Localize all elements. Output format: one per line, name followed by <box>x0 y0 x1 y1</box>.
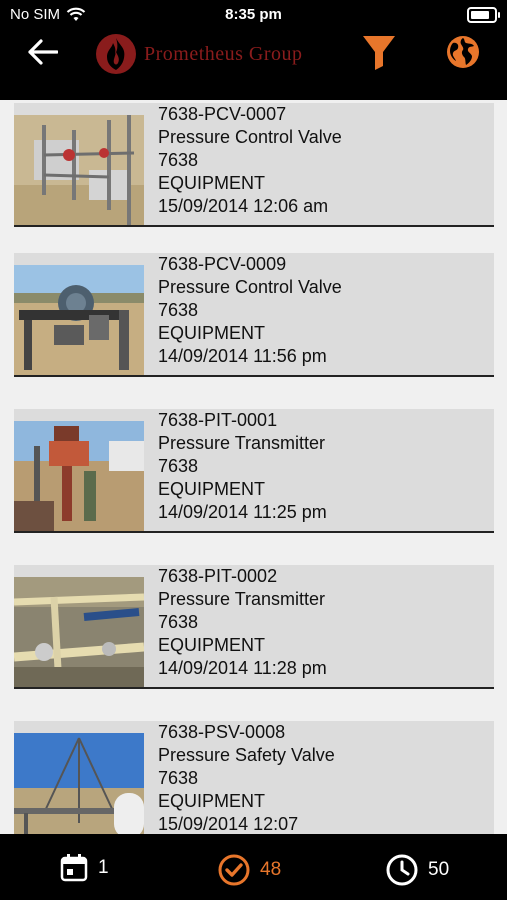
item-plant: 7638 <box>158 300 199 320</box>
item-tag: 7638-PCV-0009 <box>158 254 287 274</box>
filter-button[interactable] <box>356 30 402 74</box>
item-plant: 7638 <box>158 612 199 632</box>
list-item[interactable]: 7638-PIT-0002 Pressure Transmitter 7638 … <box>14 565 494 689</box>
equipment-photo <box>14 265 144 375</box>
item-plant: 7638 <box>158 456 199 476</box>
completed-count: 48 <box>260 859 282 880</box>
clock-time: 8:35 pm <box>225 6 282 23</box>
equipment-photo <box>14 115 144 225</box>
tab-history[interactable]: 50 <box>386 854 449 886</box>
item-details: 7638-PCV-0007 Pressure Control Valve 763… <box>158 103 342 218</box>
item-date: 14/09/2014 11:56 pm <box>158 346 327 366</box>
item-date: 15/09/2014 12:06 am <box>158 196 329 216</box>
tab-completed[interactable]: 48 <box>218 854 281 886</box>
equipment-photo <box>14 421 144 531</box>
item-description: Pressure Transmitter <box>158 433 326 453</box>
tab-bar: 1 48 50 <box>0 834 507 900</box>
item-type: EQUIPMENT <box>158 323 266 343</box>
flame-logo-icon <box>96 34 136 74</box>
history-count: 50 <box>428 859 450 880</box>
item-plant: 7638 <box>158 150 199 170</box>
item-description: Pressure Transmitter <box>158 589 326 609</box>
item-date: 15/09/2014 12:07 <box>158 814 299 834</box>
item-tag: 7638-PSV-0008 <box>158 722 286 742</box>
filter-icon <box>363 36 395 70</box>
item-type: EQUIPMENT <box>158 173 266 193</box>
item-tag: 7638-PIT-0002 <box>158 566 278 586</box>
item-type: EQUIPMENT <box>158 479 266 499</box>
clock-icon <box>386 854 418 886</box>
back-arrow-icon <box>28 39 58 65</box>
item-description: Pressure Safety Valve <box>158 745 335 765</box>
globe-button[interactable] <box>440 30 486 74</box>
item-details: 7638-PSV-0008 Pressure Safety Valve 7638… <box>158 721 335 834</box>
equipment-photo <box>14 733 144 834</box>
item-description: Pressure Control Valve <box>158 127 342 147</box>
logo-wordmark: Prometheus Group <box>144 42 303 65</box>
item-date: 14/09/2014 11:25 pm <box>158 502 327 522</box>
equipment-list: 7638-PCV-0007 Pressure Control Valve 763… <box>0 100 507 834</box>
calendar-icon <box>60 854 88 882</box>
globe-icon <box>447 36 479 68</box>
list-item[interactable]: 7638-PIT-0001 Pressure Transmitter 7638 … <box>14 409 494 533</box>
nav-bar: Prometheus Group <box>0 30 507 100</box>
tab-calendar[interactable]: 1 <box>60 854 109 882</box>
battery-icon <box>467 7 500 23</box>
calendar-count: 1 <box>98 857 109 878</box>
item-details: 7638-PIT-0002 Pressure Transmitter 7638 … <box>158 565 327 680</box>
item-description: Pressure Control Valve <box>158 277 342 297</box>
list-item[interactable]: 7638-PSV-0008 Pressure Safety Valve 7638… <box>14 721 494 834</box>
equipment-photo <box>14 577 144 687</box>
app-logo: Prometheus Group <box>94 24 303 84</box>
item-type: EQUIPMENT <box>158 791 266 811</box>
item-tag: 7638-PIT-0001 <box>158 410 278 430</box>
back-button[interactable] <box>20 30 66 74</box>
item-details: 7638-PCV-0009 Pressure Control Valve 763… <box>158 253 342 368</box>
item-date: 14/09/2014 11:28 pm <box>158 658 327 678</box>
check-circle-icon <box>218 854 250 886</box>
item-tag: 7638-PCV-0007 <box>158 104 287 124</box>
item-plant: 7638 <box>158 768 199 788</box>
item-details: 7638-PIT-0001 Pressure Transmitter 7638 … <box>158 409 327 524</box>
item-type: EQUIPMENT <box>158 635 266 655</box>
list-item[interactable]: 7638-PCV-0009 Pressure Control Valve 763… <box>14 253 494 377</box>
list-item[interactable]: 7638-PCV-0007 Pressure Control Valve 763… <box>14 103 494 227</box>
